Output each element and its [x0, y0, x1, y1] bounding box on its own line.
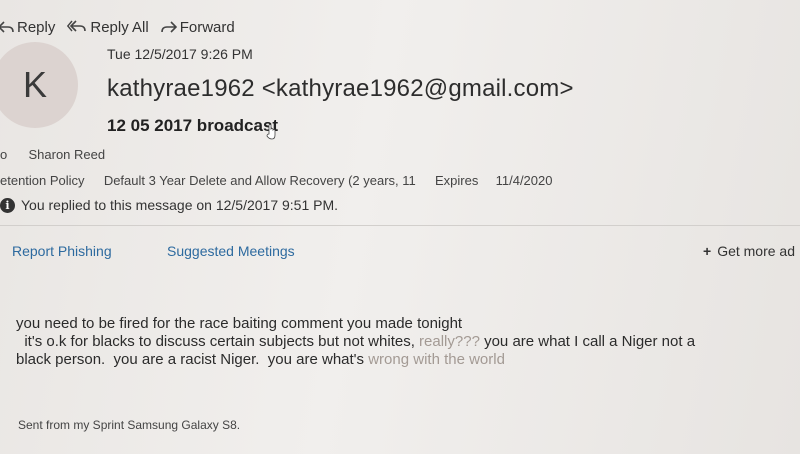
- recipient-name[interactable]: Sharon Reed: [28, 147, 105, 162]
- retention-label: etention Policy: [0, 173, 85, 188]
- to-label: o: [0, 147, 8, 162]
- get-more-addins-button[interactable]: + Get more ad: [703, 243, 795, 259]
- body-line-2-end: you are what I call a Niger not a: [479, 333, 696, 350]
- body-line-2-faded: really???: [414, 333, 480, 350]
- sender-address[interactable]: kathyrae1962 <kathyrae1962@gmail.com>: [107, 75, 574, 103]
- forward-label: Forward: [179, 18, 235, 36]
- reply-label: Reply: [17, 18, 56, 36]
- expires-value: 11/4/2020: [495, 173, 553, 188]
- to-row: o Sharon Reed: [0, 147, 105, 162]
- info-icon: i: [0, 197, 15, 213]
- header-divider: [0, 225, 800, 226]
- reply-icon: [0, 21, 14, 33]
- reply-all-icon: [67, 20, 87, 32]
- reply-all-button[interactable]: Reply All: [67, 18, 149, 36]
- report-phishing-link[interactable]: Report Phishing: [12, 243, 112, 259]
- forward-icon: [160, 21, 177, 33]
- email-signature: Sent from my Sprint Samsung Galaxy S8.: [18, 418, 241, 432]
- message-date: Tue 12/5/2017 9:26 PM: [107, 46, 253, 62]
- get-more-addins-label: Get more ad: [717, 243, 796, 259]
- message-subject: 12 05 2017 broadcast: [107, 116, 279, 135]
- body-line-2-main: it's o.k for blacks to discuss certain s…: [16, 333, 415, 350]
- reply-all-label: Reply All: [90, 18, 149, 36]
- body-line-3-main: black person. you are a racist Niger. yo…: [16, 351, 365, 368]
- reply-button[interactable]: Reply: [0, 19, 55, 36]
- expires-label: Expires: [435, 173, 479, 188]
- body-line-3-faded: wrong with the world: [364, 351, 505, 368]
- avatar-initial: K: [22, 64, 47, 105]
- forward-button[interactable]: Forward: [160, 18, 235, 36]
- replied-notice-text: You replied to this message on 12/5/2017…: [21, 197, 339, 213]
- message-body: you need to be fired for the race baitin…: [16, 315, 800, 369]
- body-line-2: it's o.k for blacks to discuss certain s…: [16, 333, 800, 351]
- message-toolbar: Reply Reply All Forward: [0, 14, 247, 40]
- mouse-cursor-icon: [266, 124, 276, 140]
- body-line-1: you need to be fired for the race baitin…: [16, 315, 463, 332]
- retention-row: etention Policy Default 3 Year Delete an…: [0, 173, 552, 188]
- body-line-3: black person. you are a racist Niger. yo…: [16, 351, 800, 369]
- retention-value: Default 3 Year Delete and Allow Recovery…: [103, 173, 416, 188]
- replied-notice: i You replied to this message on 12/5/20…: [0, 197, 338, 213]
- plus-icon: +: [703, 243, 712, 259]
- suggested-meetings-link[interactable]: Suggested Meetings: [167, 243, 295, 259]
- sender-avatar[interactable]: K: [0, 42, 78, 128]
